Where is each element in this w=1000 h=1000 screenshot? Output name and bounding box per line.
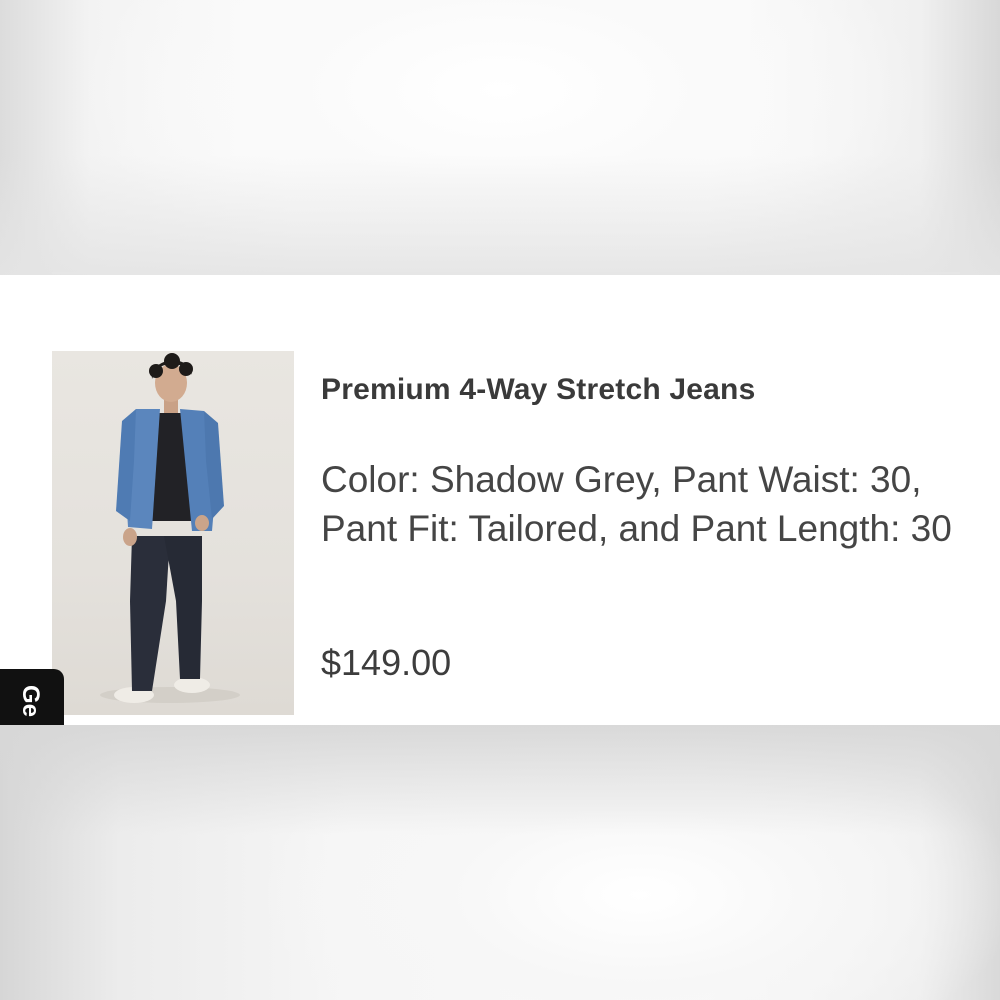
product-price: $149.00 [321,642,452,683]
product-title[interactable]: Premium 4-Way Stretch Jeans [321,373,755,407]
side-tab-label: Ge [17,685,44,718]
blurred-background-top [0,0,1000,275]
model-photo-icon [100,353,240,703]
side-tab-button[interactable]: Ge [0,669,64,725]
screenshot-page: Premium 4-Way Stretch Jeans Color: Shado… [0,0,1000,1000]
product-variant-details: Color: Shadow Grey, Pant Waist: 30, Pant… [321,459,952,549]
order-item-card: Premium 4-Way Stretch Jeans Color: Shado… [0,275,1000,725]
blurred-background-bottom [0,725,1000,1000]
product-image[interactable] [52,351,294,715]
divider [52,272,960,274]
